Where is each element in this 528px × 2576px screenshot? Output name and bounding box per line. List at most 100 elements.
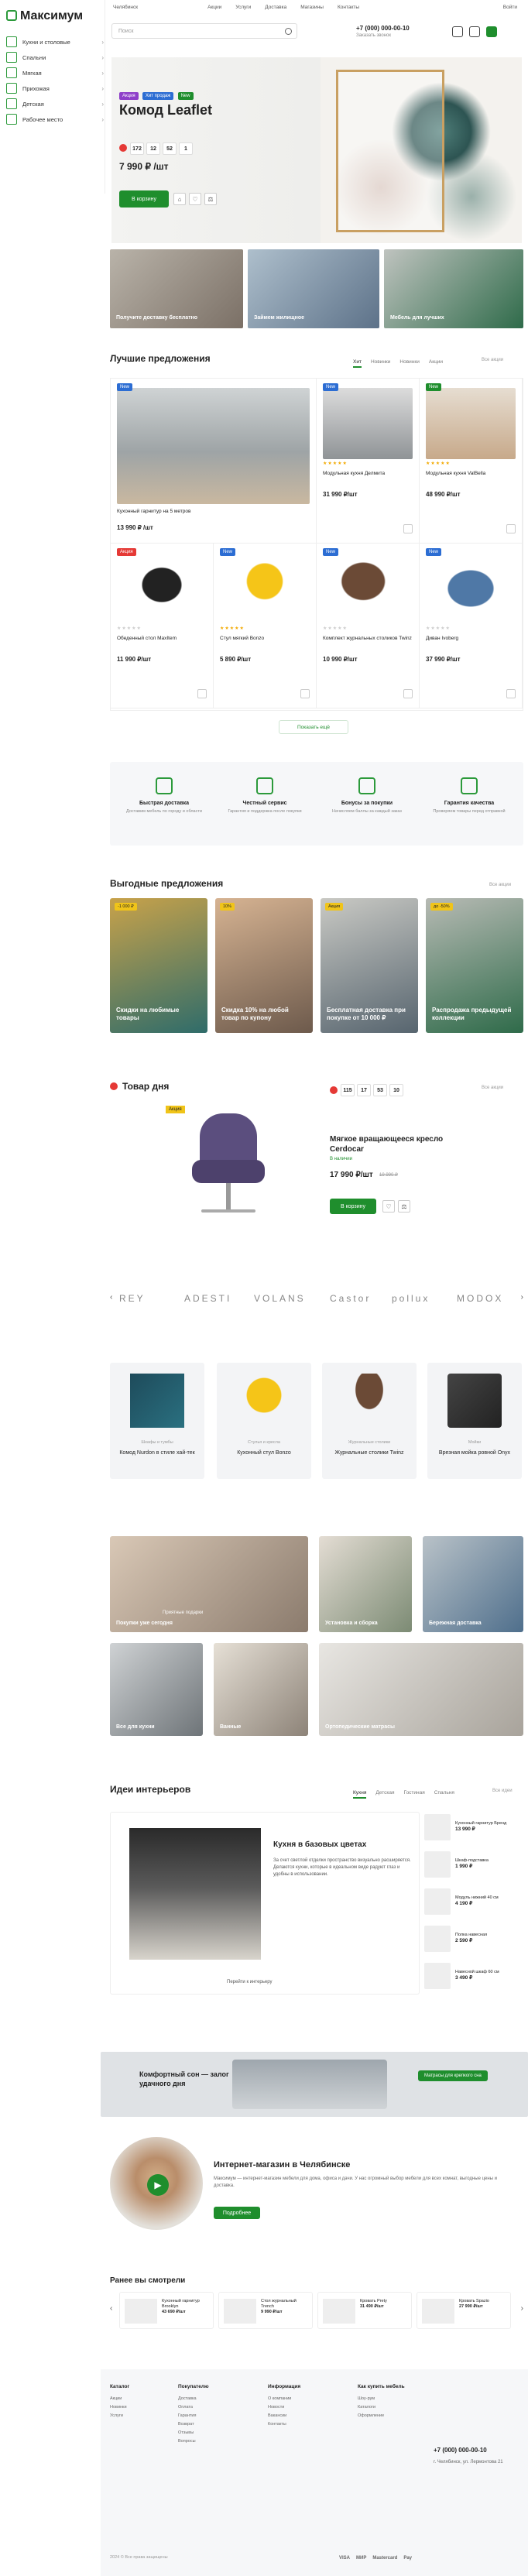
crib-icon	[6, 98, 17, 109]
sidebar-item-bedrooms[interactable]: Спальни ›	[6, 50, 104, 65]
logo[interactable]: Максимум	[6, 9, 83, 23]
topbar-link[interactable]: Доставка	[265, 5, 286, 10]
topbar-link[interactable]: Магазины	[300, 5, 324, 10]
topbar-link[interactable]: Контакты	[338, 5, 359, 10]
recent-card[interactable]: Стол журнальный Trench 9 990 ₽/шт	[218, 2292, 313, 2329]
cart-icon[interactable]	[197, 689, 207, 698]
cart-icon[interactable]	[300, 689, 310, 698]
hero-buy-button[interactable]: В корзину	[119, 190, 169, 208]
tab-new[interactable]: Новинки	[371, 359, 390, 365]
photo-tile[interactable]: Бережная доставка	[423, 1536, 523, 1632]
sleep-banner[interactable]: Комфортный сон — залог удачного дня Матр…	[101, 2052, 528, 2117]
idea-product[interactable]: Навесной шкаф 60 см 3 490 ₽	[424, 1960, 523, 1991]
product-card[interactable]: New ★★★★★ Модульная кухня ValBella 48 99…	[420, 379, 523, 544]
featured-card[interactable]: Журнальные столики Журнальные столики Twi…	[322, 1363, 417, 1479]
search-icon[interactable]	[285, 27, 292, 35]
day-product-name[interactable]: Мягкое вращающееся кресло Cerdocar	[330, 1135, 461, 1154]
product-card[interactable]: New ★★★★★ Модульная кухня Делмита 31 990…	[317, 379, 420, 544]
cart-icon[interactable]	[506, 689, 516, 698]
footer-phone[interactable]: +7 (000) 000-00-10	[434, 2447, 487, 2454]
search-input[interactable]: Поиск	[111, 23, 297, 39]
featured-card[interactable]: Мойки Врезная мойка ровной Onyx	[427, 1363, 522, 1479]
compare-icon[interactable]: ⚖	[398, 1200, 410, 1213]
phone[interactable]: +7 (000) 000-00-10 Заказать звонок	[356, 25, 410, 38]
deal-card[interactable]: 10% Скидка 10% на любой товар по купону	[215, 898, 313, 1033]
brand-logo[interactable]: pollux	[392, 1293, 430, 1304]
brand-logo[interactable]: ADESTI	[184, 1293, 231, 1304]
recent-card[interactable]: Кухонный гарнитур Brooklyn 43 690 ₽/шт	[119, 2292, 214, 2329]
recent-card[interactable]: Кровать Prety 31 490 ₽/шт	[317, 2292, 412, 2329]
topbar-link[interactable]: Акции	[207, 5, 221, 10]
photo-tile[interactable]: Установка и сборка	[319, 1536, 412, 1632]
product-card[interactable]: New Кухонный гарнитур на 5 метров 13 990…	[111, 379, 317, 544]
photo-tile[interactable]: Ванные	[214, 1643, 308, 1736]
all-day-link[interactable]: Все акции	[482, 1086, 503, 1090]
product-card[interactable]: New ★★★★★ Комплект журнальных столиков T…	[317, 544, 420, 708]
idea-product[interactable]: Кухонный гарнитур Бренд 13 990 ₽	[424, 1812, 523, 1843]
play-icon[interactable]: ▶	[147, 2174, 169, 2196]
compare-icon[interactable]	[452, 26, 463, 37]
sidebar-item-kids[interactable]: Детская ›	[6, 96, 104, 111]
cart-icon[interactable]: ⌂	[173, 193, 186, 205]
footer: Каталог Акции Новинки Услуги Покупателю Дост…	[101, 2369, 528, 2576]
promo-card[interactable]: Займем жилищное	[248, 249, 379, 328]
sidebar-item-soft[interactable]: Мягкая ›	[6, 65, 104, 81]
arrow-left-icon[interactable]: ‹	[110, 1293, 112, 1302]
recent-card[interactable]: Кровать Spazio 27 990 ₽/шт	[417, 2292, 511, 2329]
show-more-button[interactable]: Показать ещё	[279, 720, 348, 734]
tab-bedroom[interactable]: Спальня	[434, 1790, 454, 1796]
idea-product[interactable]: Шкаф-подставка 1 990 ₽	[424, 1849, 523, 1880]
compare-icon[interactable]: ⚖	[204, 193, 217, 205]
all-offers-link[interactable]: Все акции	[482, 358, 503, 362]
promo-card[interactable]: Получите доставку бесплатно	[110, 249, 243, 328]
topbar-link[interactable]: Услуги	[235, 5, 251, 10]
sidebar-item-kitchens[interactable]: Кухни и столовые ›	[6, 34, 104, 50]
tab-kitchen[interactable]: Кухня	[353, 1790, 367, 1799]
arrow-right-icon[interactable]: ›	[521, 1293, 523, 1302]
photo-tile[interactable]: Ортопедические матрасы	[319, 1643, 523, 1736]
cart-icon[interactable]	[403, 689, 413, 698]
brand-logo[interactable]: REY	[119, 1293, 146, 1304]
arrow-right-icon[interactable]: ›	[521, 2304, 523, 2313]
featured-card[interactable]: Стулья и кресла Кухонный стул Bonzo	[217, 1363, 311, 1479]
brand-logo[interactable]: Castor	[330, 1293, 371, 1304]
heart-icon[interactable]: ♡	[189, 193, 201, 205]
seo-more-button[interactable]: Подробнее	[214, 2207, 260, 2219]
deal-card[interactable]: до -50% Распродажа предыдущей коллекции	[426, 898, 523, 1033]
deal-card[interactable]: -1 000 ₽ Скидки на любимые товары	[110, 898, 207, 1033]
cart-icon[interactable]	[403, 524, 413, 533]
sidebar: Максимум Кухни и столовые › Спальни › Мягк…	[0, 0, 105, 194]
tab-kids[interactable]: Детская	[375, 1790, 394, 1796]
tab-sales[interactable]: Акции	[429, 359, 443, 365]
hero-banner: Акция Хит продаж New Комод Leaflet 172 1…	[111, 57, 522, 243]
product-card[interactable]: Акция ★★★★★ Обеденный стол MaxItem 11 99…	[111, 544, 214, 708]
brand-logo[interactable]: VOLANS	[254, 1293, 306, 1304]
idea-more-link[interactable]: Перейти к интерьеру	[227, 1980, 273, 1984]
ideas-tabs: Кухня Детская Гостиная Спальня	[353, 1789, 464, 1799]
heart-icon[interactable]	[469, 26, 480, 37]
arrow-left-icon[interactable]: ‹	[110, 2304, 112, 2313]
photo-tile[interactable]: Покупки уже сегодня	[110, 1536, 308, 1632]
idea-product[interactable]: Модуль нижний 40 см 4 190 ₽	[424, 1886, 523, 1917]
login-link[interactable]: Войти	[503, 5, 517, 10]
cart-icon[interactable]	[486, 26, 497, 37]
heart-icon[interactable]: ♡	[382, 1200, 395, 1213]
tab-new2[interactable]: Новинки	[399, 359, 419, 365]
sidebar-item-workplace[interactable]: Рабочее место ›	[6, 111, 104, 127]
featured-card[interactable]: Шкафы и тумбы Комод Nurdon в стиле хай-те…	[110, 1363, 204, 1479]
all-ideas-link[interactable]: Все идеи	[492, 1789, 513, 1793]
city-select[interactable]: Челябинск	[113, 5, 138, 10]
promo-card[interactable]: Мебель для лучших	[384, 249, 523, 328]
product-card[interactable]: New ★★★★★ Стул мягкий Bonzo 5 890 ₽/шт	[214, 544, 317, 708]
idea-product[interactable]: Полка навесная 2 590 ₽	[424, 1923, 523, 1954]
cart-icon[interactable]	[506, 524, 516, 533]
deal-card[interactable]: Акция Бесплатная доставка при покупке от …	[321, 898, 418, 1033]
tab-living[interactable]: Гостиная	[403, 1790, 424, 1796]
sidebar-item-hallway[interactable]: Прихожая ›	[6, 81, 104, 96]
all-deals-link[interactable]: Все акции	[489, 883, 511, 887]
brand-logo[interactable]: MODOX	[457, 1293, 503, 1304]
photo-tile[interactable]: Все для кухни	[110, 1643, 203, 1736]
tab-hit[interactable]: Хит	[353, 359, 362, 368]
day-buy-button[interactable]: В корзину	[330, 1199, 376, 1214]
product-card[interactable]: New ★★★★★ Диван Ivoberg 37 990 ₽/шт	[420, 544, 523, 708]
